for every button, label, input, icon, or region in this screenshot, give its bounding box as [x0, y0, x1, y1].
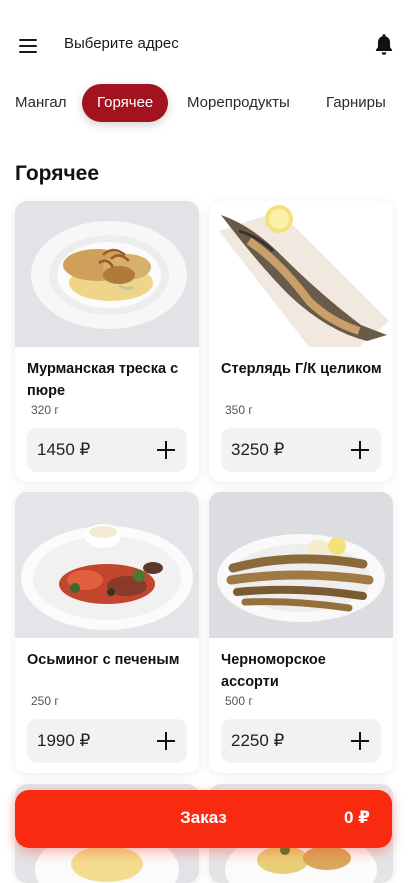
product-price: 1450 ₽: [37, 440, 91, 459]
address-selector[interactable]: Выберите адрес: [64, 35, 179, 52]
product-weight: 500 г: [225, 694, 253, 708]
product-price: 1990 ₽: [37, 731, 91, 750]
product-name: Стерлядь Г/К целиком: [221, 361, 382, 377]
product-name: Осьминог с печеным: [27, 652, 180, 668]
product-weight: 350 г: [225, 403, 253, 417]
plus-icon[interactable]: [351, 441, 369, 459]
product-photo-sterlet: [209, 201, 393, 347]
app-header: Выберите адрес: [0, 0, 408, 80]
add-to-cart-button[interactable]: 1450 ₽: [27, 428, 187, 472]
product-photo-cod: [15, 201, 199, 347]
bell-icon[interactable]: [373, 32, 395, 56]
product-name: Черноморское ассорти: [221, 652, 326, 690]
add-to-cart-button[interactable]: 1990 ₽: [27, 719, 187, 763]
product-card[interactable]: Черноморское ассорти 500 г 2250 ₽: [209, 492, 393, 773]
tab-sides[interactable]: Гарниры: [326, 84, 386, 122]
order-total: 0 ₽: [343, 808, 370, 827]
product-card[interactable]: Осьминог с печеным 250 г 1990 ₽: [15, 492, 199, 773]
tab-hot[interactable]: Горячее: [82, 84, 169, 122]
product-card[interactable]: Мурманская треска с пюре 320 г 1450 ₽: [15, 201, 199, 482]
category-tabs: Мангал Горячее Морепродукты Гарниры: [0, 84, 408, 124]
product-photo-fish-assortment: [209, 492, 393, 638]
tab-seafood[interactable]: Морепродукты: [187, 84, 290, 122]
order-label: Заказ: [180, 808, 227, 827]
product-price: 3250 ₽: [231, 440, 285, 459]
tab-mangal[interactable]: Мангал: [15, 84, 67, 122]
plus-icon[interactable]: [157, 441, 175, 459]
product-weight: 250 г: [31, 694, 59, 708]
plus-icon[interactable]: [351, 732, 369, 750]
menu-icon[interactable]: [19, 39, 37, 53]
product-weight: 320 г: [31, 403, 59, 417]
product-card[interactable]: Стерлядь Г/К целиком 350 г 3250 ₽: [209, 201, 393, 482]
order-button[interactable]: Заказ 0 ₽: [15, 790, 392, 848]
add-to-cart-button[interactable]: 2250 ₽: [221, 719, 381, 763]
plus-icon[interactable]: [157, 732, 175, 750]
product-photo-octopus: [15, 492, 199, 638]
add-to-cart-button[interactable]: 3250 ₽: [221, 428, 381, 472]
product-price: 2250 ₽: [231, 731, 285, 750]
product-name: Мурманская треска с пюре: [27, 361, 179, 399]
section-title: Горячее: [15, 162, 100, 185]
